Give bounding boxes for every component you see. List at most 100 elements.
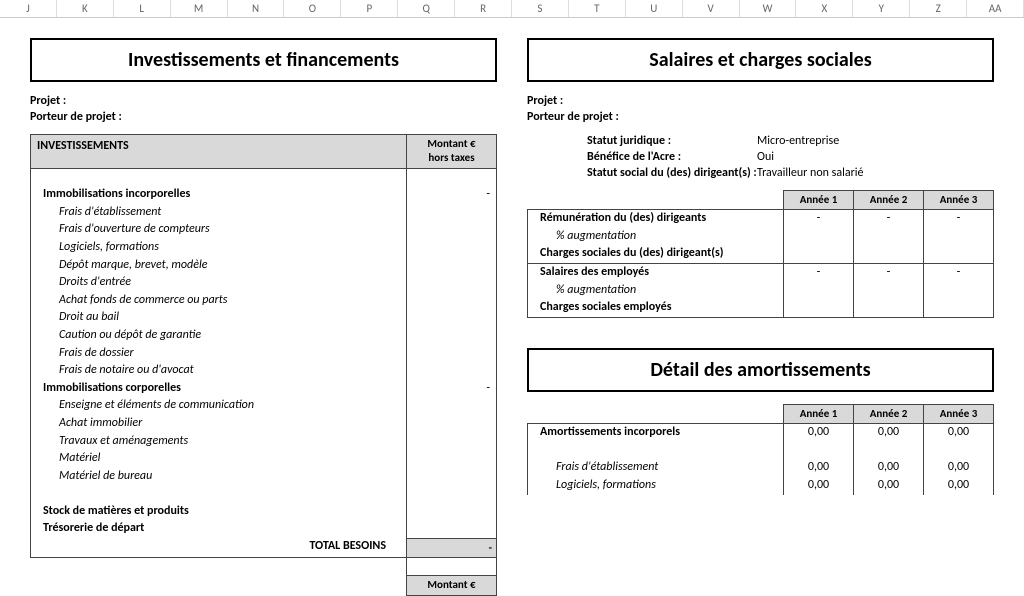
table-row: Droits d'entrée <box>31 274 407 292</box>
cell-value[interactable] <box>854 442 924 460</box>
cell-value[interactable]: - <box>407 186 497 204</box>
amount-header: Montant €hors taxes <box>407 135 497 169</box>
cell-value[interactable]: 0,00 <box>924 477 994 495</box>
status-row: Statut social du (des) dirigeant(s) :Tra… <box>527 166 994 180</box>
table-row: Immobilisations incorporelles <box>31 186 407 204</box>
cell-value[interactable]: 0,00 <box>924 424 994 442</box>
cell-value[interactable] <box>784 228 854 246</box>
column-header[interactable]: O <box>284 0 341 17</box>
table-row: Matériel <box>31 450 407 468</box>
table-row: Frais d'établissement <box>528 459 784 477</box>
column-header[interactable]: N <box>228 0 285 17</box>
table-row: Achat fonds de commerce ou parts <box>31 292 407 310</box>
table-row: Frais de notaire ou d'avocat <box>31 362 407 380</box>
table-row: Logiciels, formations <box>31 239 407 257</box>
cell-value[interactable] <box>407 327 497 345</box>
table-row: Logiciels, formations <box>528 477 784 495</box>
cell-value[interactable] <box>407 221 497 239</box>
column-header[interactable]: Y <box>853 0 910 17</box>
cell-value[interactable] <box>924 442 994 460</box>
table-row: Immobilisations corporelles <box>31 380 407 398</box>
cell-value[interactable]: - <box>784 264 854 282</box>
column-header[interactable]: Q <box>398 0 455 17</box>
cell-value[interactable] <box>784 282 854 300</box>
cell-value[interactable] <box>407 415 497 433</box>
amort-year1: Année 1 <box>784 404 854 423</box>
cell-value[interactable]: - <box>407 380 497 398</box>
year2-header: Année 2 <box>854 191 924 210</box>
column-header[interactable]: X <box>796 0 853 17</box>
column-header[interactable]: V <box>683 0 740 17</box>
cell-value[interactable] <box>924 228 994 246</box>
cell-value[interactable] <box>407 239 497 257</box>
column-header[interactable]: AA <box>967 0 1024 17</box>
cell-value[interactable]: 0,00 <box>784 477 854 495</box>
cell-value[interactable] <box>924 299 994 317</box>
cell-value[interactable] <box>407 257 497 275</box>
total-besoins-value: - <box>407 538 497 557</box>
column-header[interactable]: R <box>455 0 512 17</box>
column-header[interactable]: S <box>512 0 569 17</box>
cell-value[interactable] <box>924 282 994 300</box>
table-row: Amortissements incorporels <box>528 424 784 442</box>
table-row: Frais d'établissement <box>31 204 407 222</box>
table-row: Frais d'ouverture de compteurs <box>31 221 407 239</box>
cell-value[interactable]: - <box>854 210 924 228</box>
cell-value[interactable] <box>407 450 497 468</box>
year3-header: Année 3 <box>924 191 994 210</box>
cell-value[interactable] <box>784 245 854 263</box>
cell-value[interactable]: - <box>784 210 854 228</box>
right-project-label: Projet : <box>527 94 994 108</box>
column-header[interactable]: U <box>626 0 683 17</box>
right-owner-label: Porteur de projet : <box>527 110 994 124</box>
cell-value[interactable] <box>784 299 854 317</box>
cell-value[interactable] <box>854 245 924 263</box>
cell-value[interactable] <box>924 245 994 263</box>
cell-value[interactable] <box>854 228 924 246</box>
cell-value[interactable] <box>854 299 924 317</box>
table-row <box>528 442 784 460</box>
cell-value[interactable]: 0,00 <box>784 459 854 477</box>
cell-value[interactable]: - <box>854 264 924 282</box>
cell-value[interactable] <box>407 433 497 451</box>
cell-value[interactable]: - <box>924 210 994 228</box>
column-header[interactable]: P <box>341 0 398 17</box>
column-header[interactable]: M <box>171 0 228 17</box>
column-header[interactable]: Z <box>910 0 967 17</box>
table-row: Matériel de bureau <box>31 468 407 486</box>
cell-value[interactable] <box>407 362 497 380</box>
left-title: Investissements et financements <box>30 38 497 82</box>
cell-value[interactable] <box>407 468 497 486</box>
table-row: Droit au bail <box>31 309 407 327</box>
total-besoins-label: TOTAL BESOINS <box>31 538 407 557</box>
table-row: % augmentation <box>528 228 784 246</box>
column-header[interactable]: T <box>569 0 626 17</box>
column-header[interactable]: J <box>0 0 57 17</box>
cell-value[interactable]: 0,00 <box>854 424 924 442</box>
column-header[interactable]: L <box>114 0 171 17</box>
cell-value[interactable]: 0,00 <box>924 459 994 477</box>
cell-value[interactable]: 0,00 <box>784 424 854 442</box>
cell-value[interactable] <box>407 345 497 363</box>
cell-value[interactable] <box>407 309 497 327</box>
cell-value[interactable] <box>784 442 854 460</box>
table-row: Caution ou dépôt de garantie <box>31 327 407 345</box>
cell-value[interactable] <box>407 204 497 222</box>
cell-value[interactable] <box>854 282 924 300</box>
column-header[interactable]: K <box>57 0 114 17</box>
cell-value[interactable] <box>407 274 497 292</box>
table-row: Frais de dossier <box>31 345 407 363</box>
right-panel: Salaires et charges sociales Projet : Po… <box>527 28 994 596</box>
cell-value[interactable] <box>407 397 497 415</box>
left-panel: Investissements et financements Projet :… <box>30 28 497 596</box>
cell-value[interactable]: 0,00 <box>854 459 924 477</box>
table-row: Enseigne et éléments de communication <box>31 397 407 415</box>
left-project-label: Projet : <box>30 94 497 108</box>
stock-row: Stock de matières et produits <box>31 503 407 521</box>
column-header[interactable]: W <box>740 0 797 17</box>
status-row: Bénéfice de l'Acre :Oui <box>527 150 994 164</box>
cell-value[interactable]: - <box>924 264 994 282</box>
cell-value[interactable] <box>407 292 497 310</box>
salary-table: Année 1 Année 2 Année 3 Rémunération du … <box>527 190 994 318</box>
cell-value[interactable]: 0,00 <box>854 477 924 495</box>
